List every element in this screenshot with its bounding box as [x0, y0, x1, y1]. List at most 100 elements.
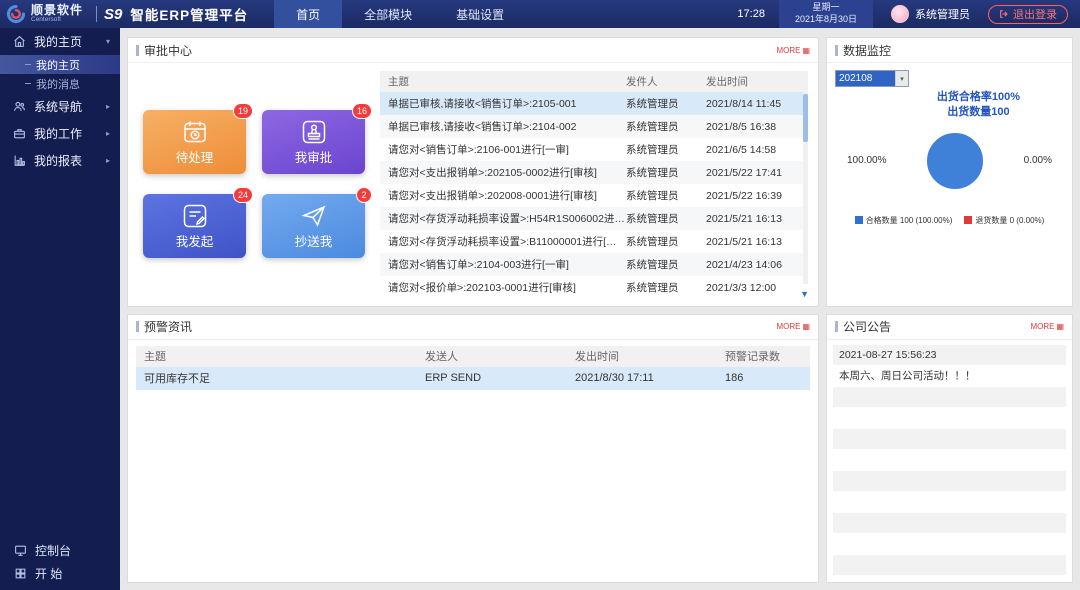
cell-subject: 请您对<销售订单>:2106-001进行[一审] — [380, 142, 626, 157]
cell-sender: 系统管理员 — [626, 119, 706, 134]
legend-item-qualified: 合格数量 100 (100.00%) — [855, 215, 953, 226]
table-scrollbar[interactable] — [803, 92, 808, 284]
approval-more-link[interactable]: MORE ▦ — [776, 46, 810, 55]
nav-tab-all-modules[interactable]: 全部模块 — [342, 0, 434, 28]
more-grid-icon: ▦ — [802, 322, 810, 331]
cell-sender: 系统管理员 — [626, 234, 706, 249]
announcement-empty-row — [833, 450, 1066, 470]
sidebar-item-my-home[interactable]: 我的主页 — [0, 55, 120, 74]
cell-sender: 系统管理员 — [626, 257, 706, 272]
logo-icon — [6, 4, 26, 24]
cell-time: 2021/5/22 17:41 — [706, 167, 798, 179]
select-arrow-icon: ▾ — [895, 71, 908, 86]
chevron-down-icon: ▾ — [106, 37, 110, 46]
logo-subtitle: Centersoft — [31, 17, 83, 24]
table-row[interactable]: 请您对<支出报销单>:202008-0001进行[审核] 系统管理员 2021/… — [380, 184, 808, 207]
user-avatar[interactable] — [891, 5, 909, 23]
approval-tiles: 19 待处理 16 — [128, 63, 380, 306]
donut-left-label: 100.00% — [847, 155, 886, 166]
panel-header: 审批中心 MORE ▦ — [128, 38, 818, 63]
weekday: 星期一 — [812, 2, 839, 14]
cell-time: 2021/8/14 11:45 — [706, 98, 798, 110]
logo[interactable]: 顺景软件 Centersoft — [0, 0, 89, 28]
table-row[interactable]: 单据已审核,请接收<销售订单>:2105-001 系统管理员 2021/8/14… — [380, 92, 808, 115]
table-header-row: 主题 发件人 发出时间 — [380, 71, 808, 92]
nav-tab-home[interactable]: 首页 — [274, 0, 342, 28]
main-content: 审批中心 MORE ▦ 19 待处理 — [120, 28, 1080, 590]
warning-more-link[interactable]: MORE ▦ — [776, 322, 810, 331]
console-icon — [14, 544, 27, 557]
panel-title: 审批中心 — [144, 42, 192, 59]
scrollbar-thumb[interactable] — [803, 94, 808, 142]
table-row[interactable]: 请您对<销售订单>:2104-003进行[一审] 系统管理员 2021/4/23… — [380, 253, 808, 276]
cell-subject: 请您对<报价单>:202103-0001进行[审核] — [380, 280, 626, 295]
logout-button[interactable]: 退出登录 — [988, 5, 1068, 24]
legend-swatch — [964, 216, 972, 224]
cell-subject: 可用库存不足 — [136, 370, 425, 386]
table-row[interactable]: 单据已审核,请接收<销售订单>:2104-002 系统管理员 2021/8/5 … — [380, 115, 808, 138]
cell-time: 2021/8/5 16:38 — [706, 121, 798, 133]
announcement-more-link[interactable]: MORE ▦ — [1030, 322, 1064, 331]
pending-badge: 19 — [233, 103, 253, 119]
sidebar-item-system-nav[interactable]: 系统导航 ▸ — [0, 93, 120, 120]
sidebar-item-my-work[interactable]: 我的工作 ▸ — [0, 120, 120, 147]
product-code: S9 — [104, 6, 122, 23]
app-header: 顺景软件 Centersoft S9 智能ERP管理平台 首页 全部模块 基础设… — [0, 0, 1080, 28]
title-marker — [136, 45, 139, 56]
start-button[interactable]: 开 始 — [0, 563, 120, 583]
cell-time: 2021/4/23 14:06 — [706, 259, 798, 271]
panel-title: 预警资讯 — [144, 318, 192, 335]
sidebar-item-my-home-group[interactable]: 我的主页 ▾ — [0, 28, 120, 55]
initiated-tile[interactable]: 24 我发起 — [143, 194, 246, 258]
column-header-subject: 主题 — [136, 348, 425, 364]
cell-subject: 请您对<支出报销单>:202008-0001进行[审核] — [380, 188, 626, 203]
sidebar-item-my-reports[interactable]: 我的报表 ▸ — [0, 147, 120, 174]
cc-me-badge: 2 — [356, 187, 372, 203]
cc-me-tile[interactable]: 2 抄送我 — [262, 194, 365, 258]
table-row[interactable]: 请您对<支出报销单>:202105-0002进行[审核] 系统管理员 2021/… — [380, 161, 808, 184]
column-header-time: 发出时间 — [575, 348, 725, 364]
announcement-empty-row — [833, 408, 1066, 428]
clock: 17:28 — [737, 8, 765, 20]
cell-time: 2021/3/3 12:00 — [706, 282, 798, 294]
tile-label: 抄送我 — [295, 231, 333, 250]
table-row[interactable]: 可用库存不足 ERP SEND 2021/8/30 17:11 186 — [136, 367, 810, 390]
announcement-empty-row — [833, 471, 1066, 491]
nav-tab-basic-settings[interactable]: 基础设置 — [434, 0, 526, 28]
bullet-dash — [25, 64, 31, 65]
table-row[interactable]: 请您对<存货浮动耗损率设置>:H54R1S006002进行[审核] 系统管理员 … — [380, 207, 808, 230]
briefcase-icon — [13, 127, 26, 140]
table-row[interactable]: 请您对<销售订单>:2106-001进行[一审] 系统管理员 2021/6/5 … — [380, 138, 808, 161]
table-header-row: 主题 发送人 发出时间 预警记录数 — [136, 346, 810, 367]
legend-label: 退货数量 0 (0.00%) — [975, 215, 1044, 226]
sidebar-group-label: 我的工作 — [34, 125, 82, 142]
more-label: MORE — [1030, 322, 1054, 331]
scroll-down-arrow[interactable]: ▼ — [800, 290, 809, 299]
legend-label: 合格数量 100 (100.00%) — [866, 215, 953, 226]
username[interactable]: 系统管理员 — [915, 6, 970, 22]
table-row[interactable]: 请您对<存货浮动耗损率设置>:B11000001进行[审核] 系统管理员 202… — [380, 230, 808, 253]
header-right: 17:28 星期一 2021年8月30日 系统管理员 退出登录 — [737, 0, 1080, 28]
logout-label: 退出登录 — [1013, 6, 1057, 22]
column-header-sender: 发送人 — [425, 348, 575, 364]
sidebar: 我的主页 ▾ 我的主页 我的消息 系统导航 ▸ — [0, 28, 120, 590]
chevron-right-icon: ▸ — [106, 129, 110, 138]
pending-tile[interactable]: 19 待处理 — [143, 110, 246, 174]
cell-sender: 系统管理员 — [626, 165, 706, 180]
period-select[interactable]: 202108 ▾ — [835, 70, 909, 87]
tile-label: 我发起 — [176, 231, 214, 250]
sidebar-group-label: 我的报表 — [34, 152, 82, 169]
shipment-quantity: 出货数量100 — [893, 105, 1064, 120]
cell-subject: 请您对<销售订单>:2104-003进行[一审] — [380, 257, 626, 272]
my-approvals-tile[interactable]: 16 我审批 — [262, 110, 365, 174]
sidebar-item-my-messages[interactable]: 我的消息 — [0, 74, 120, 93]
table-row[interactable]: 请您对<报价单>:202103-0001进行[审核] 系统管理员 2021/3/… — [380, 276, 808, 299]
cell-sender: 系统管理员 — [626, 96, 706, 111]
cell-sender: 系统管理员 — [626, 280, 706, 295]
announcement-content[interactable]: 本周六、周日公司活动！！！ — [833, 366, 1066, 386]
home-icon — [13, 35, 26, 48]
document-edit-icon — [182, 203, 208, 229]
data-monitor-panel: 数据监控 202108 ▾ 出货合格率100% 出货数量100 100.00% … — [826, 37, 1073, 307]
console-button[interactable]: 控制台 — [0, 540, 120, 560]
announcement-timestamp[interactable]: 2021-08-27 15:56:23 — [833, 345, 1066, 365]
